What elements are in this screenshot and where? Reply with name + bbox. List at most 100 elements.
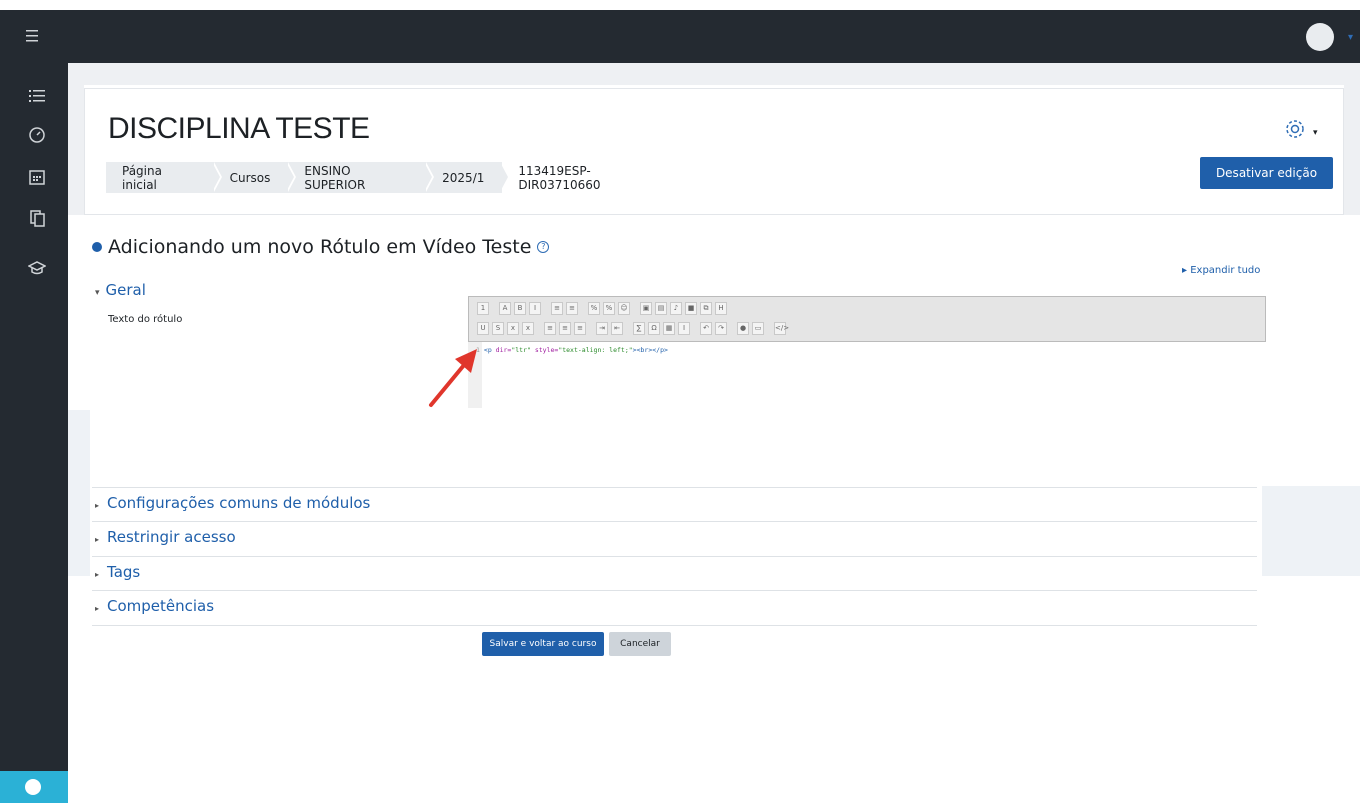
undo-button[interactable]: ↶ (700, 322, 712, 335)
toolbar-separator (626, 322, 630, 336)
equation-button[interactable]: ∑ (633, 322, 645, 335)
page-strip (68, 63, 1360, 85)
form-heading: Adicionando um novo Rótulo em Vídeo Test… (92, 236, 550, 258)
unordered-list-button[interactable]: ≡ (551, 302, 563, 315)
toolbar-separator (581, 302, 585, 316)
section-divider (92, 590, 1257, 591)
watermark-logo (1262, 486, 1360, 576)
h5p-button[interactable]: H (715, 302, 727, 315)
code-value: "ltr" (511, 346, 531, 354)
section-divider (92, 556, 1257, 557)
section-label: Configurações comuns de módulos (107, 494, 371, 512)
breadcrumb: Página inicial Cursos ENSINO SUPERIOR 20… (106, 162, 883, 193)
section-common-settings[interactable]: ▸ Configurações comuns de módulos (95, 494, 370, 512)
redo-button[interactable]: ↷ (715, 322, 727, 335)
breadcrumb-item[interactable]: 2025/1 (426, 162, 511, 193)
chevron-right-icon: ▸ (95, 604, 100, 613)
breadcrumb-item-current[interactable]: 113419ESP-DIR03710660 (502, 162, 883, 193)
image-button[interactable]: ▣ (640, 302, 652, 315)
dashboard-icon[interactable] (28, 126, 46, 144)
screenreader-button[interactable]: ▭ (752, 322, 764, 335)
align-right-button[interactable]: ≡ (574, 322, 586, 335)
section-label: Competências (107, 597, 215, 615)
accessibility-checker-button[interactable]: ● (737, 322, 749, 335)
chevron-right-icon: ▸ (95, 535, 100, 544)
code-attribute: style= (530, 346, 559, 354)
superscript-button[interactable]: x (522, 322, 534, 335)
align-left-button[interactable]: ≡ (544, 322, 556, 335)
activity-icon (92, 242, 102, 252)
breadcrumb-item[interactable]: Página inicial (106, 162, 222, 193)
section-label: Geral (105, 281, 146, 299)
section-label: Restringir acesso (107, 528, 236, 546)
emoticon-button[interactable]: ☺ (618, 302, 630, 315)
outdent-button[interactable]: ⇤ (611, 322, 623, 335)
italic-button[interactable]: I (529, 302, 541, 315)
list-icon[interactable] (28, 87, 46, 105)
chevron-down-icon[interactable]: ▾ (1313, 128, 1318, 138)
code-attribute: dir= (491, 346, 512, 354)
align-center-button[interactable]: ≡ (559, 322, 571, 335)
annotation-arrow-icon (429, 349, 477, 407)
section-geral[interactable]: ▾ Geral (95, 281, 146, 299)
avatar[interactable] (1306, 23, 1334, 51)
section-divider (92, 487, 1257, 488)
chevron-right-icon: ▸ (95, 570, 100, 579)
indent-button[interactable]: ⇥ (596, 322, 608, 335)
section-competencies[interactable]: ▸ Competências (95, 597, 214, 615)
page-title: DISCIPLINA TESTE (108, 112, 370, 145)
bold-button[interactable]: B (514, 302, 526, 315)
left-drawer (0, 63, 68, 803)
table-button[interactable]: ▦ (663, 322, 675, 335)
expand-all-label: Expandir tudo (1190, 265, 1261, 276)
underline-button[interactable]: U (477, 322, 489, 335)
graduation-cap-icon[interactable] (28, 259, 46, 277)
section-restrict-access[interactable]: ▸ Restringir acesso (95, 528, 236, 546)
code-tag: ><br></p> (632, 346, 668, 354)
code-tag: <p (483, 346, 492, 354)
files-icon[interactable] (28, 209, 46, 227)
code-value: "text-align: left;" (558, 346, 633, 354)
page-shade-left (68, 85, 84, 215)
strikethrough-button[interactable]: S (492, 322, 504, 335)
calendar-icon[interactable] (28, 168, 46, 186)
toolbar-separator (544, 302, 548, 316)
top-navbar: ▾ (0, 10, 1360, 63)
chevron-right-icon: ▸ (95, 501, 100, 510)
record-audio-button[interactable]: ♪ (670, 302, 682, 315)
editor-toolbar: 1 ABI ≡ ≡ %% ☺ ▣ ▤ ♪ ■ ⧉ H USxx ≡ ≡ ≡ ⇥ ⇤ ∑ Ω ▦ I ↶ ↷ … (468, 296, 1266, 342)
ordered-list-button[interactable]: ≡ (566, 302, 578, 315)
hamburger-icon[interactable] (24, 26, 42, 46)
page-header-card (84, 88, 1344, 215)
help-icon[interactable]: ? (537, 241, 550, 253)
breadcrumb-item[interactable]: Cursos (214, 162, 297, 193)
html-source-editor[interactable]: 1 <p dir="ltr" style="text-align: left;">… (476, 346, 668, 354)
toolbar-toggle-button[interactable]: 1 (477, 302, 489, 315)
section-tags[interactable]: ▸ Tags (95, 563, 140, 581)
unlink-button[interactable]: % (603, 302, 615, 315)
form-title: Adicionando um novo Rótulo em Vídeo Test… (108, 236, 532, 258)
toolbar-separator (492, 302, 496, 316)
chevron-down-icon: ▾ (95, 288, 100, 298)
font-style-button[interactable]: A (499, 302, 511, 315)
subscript-button[interactable]: x (507, 322, 519, 335)
html-source-button[interactable]: </> (774, 322, 789, 335)
accessibility-button[interactable] (0, 771, 68, 803)
watermark-logo-left (68, 410, 90, 576)
breadcrumb-item[interactable]: ENSINO SUPERIOR (288, 162, 434, 193)
clear-format-button[interactable]: I (678, 322, 690, 335)
record-video-button[interactable]: ■ (685, 302, 697, 315)
media-button[interactable]: ▤ (655, 302, 667, 315)
link-button[interactable]: % (588, 302, 600, 315)
gear-icon[interactable] (1284, 118, 1306, 140)
save-and-return-button[interactable]: Salvar e voltar ao curso (482, 632, 604, 656)
chevron-down-icon[interactable]: ▾ (1348, 32, 1353, 43)
toolbar-separator (537, 322, 541, 336)
toggle-editing-button[interactable]: Desativar edição (1200, 157, 1333, 189)
field-label: Texto do rótulo (108, 314, 183, 325)
special-char-button[interactable]: Ω (648, 322, 660, 335)
cancel-button[interactable]: Cancelar (609, 632, 671, 656)
manage-files-button[interactable]: ⧉ (700, 302, 712, 315)
page-shade-right (1344, 85, 1360, 215)
expand-all-link[interactable]: ▸ Expandir tudo (1182, 265, 1260, 276)
